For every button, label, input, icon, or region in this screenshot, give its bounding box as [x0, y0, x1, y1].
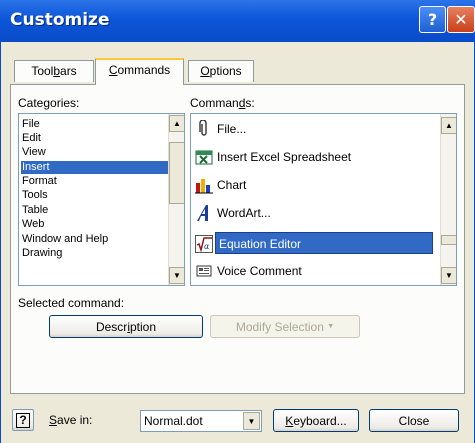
- label-text: ories:: [50, 96, 80, 110]
- label-text: ave in:: [57, 413, 93, 427]
- tab-label: ars: [60, 64, 77, 78]
- commands-label: Commands:: [190, 96, 255, 110]
- command-label: Equation Editor: [215, 232, 433, 254]
- categories-label: Categories:: [18, 96, 79, 110]
- tab-options[interactable]: Options: [188, 60, 254, 82]
- category-item[interactable]: Window and Help: [21, 233, 108, 246]
- label-text: s:: [245, 96, 255, 110]
- selected-command-label: Selected command:: [18, 296, 125, 310]
- modify-selection-button[interactable]: Modify Selection ▼: [210, 315, 360, 338]
- command-item[interactable]: Chart: [193, 173, 431, 197]
- category-item[interactable]: Format: [21, 175, 57, 188]
- category-item[interactable]: Table: [21, 204, 48, 217]
- category-item-selected[interactable]: Insert: [21, 161, 173, 174]
- voice-comment-icon: [196, 265, 212, 277]
- label-text: Comman: [190, 96, 239, 110]
- tab-label-accel: b: [53, 64, 61, 78]
- scroll-down-button[interactable]: ▼: [169, 267, 184, 284]
- command-label: Insert Excel Spreadsheet: [217, 150, 352, 164]
- chart-icon: [195, 179, 213, 194]
- categories-list[interactable]: File Edit View Insert Format Tools Table…: [18, 113, 185, 286]
- window-title: Customize: [10, 10, 110, 30]
- tab-label: ptions: [209, 64, 242, 78]
- button-label: Modify Selection: [235, 319, 324, 334]
- arrow-down-icon: ▼: [173, 271, 181, 280]
- button-label: Descr: [95, 319, 128, 334]
- tab-toolbars[interactable]: Toolbars: [14, 60, 94, 82]
- command-item[interactable]: Insert Excel Spreadsheet: [193, 145, 431, 169]
- command-label: Chart: [217, 178, 247, 192]
- save-in-dropdown-button[interactable]: ▼: [243, 412, 260, 430]
- scroll-thumb[interactable]: [169, 142, 184, 204]
- label-accel: S: [49, 413, 58, 427]
- save-in-select[interactable]: Normal.dot ▼: [140, 410, 262, 432]
- button-label: Close: [398, 413, 430, 428]
- title-bar: Customize ? ✕: [0, 0, 475, 43]
- command-label: WordArt...: [217, 206, 271, 220]
- scroll-up-button[interactable]: ▲: [441, 117, 456, 134]
- arrow-up-icon: ▲: [173, 119, 181, 128]
- tab-label: ommands: [117, 63, 171, 77]
- close-button[interactable]: Close: [369, 409, 459, 432]
- command-item-selected[interactable]: α Equation Editor: [193, 232, 433, 256]
- scroll-thumb[interactable]: [441, 235, 456, 245]
- help-icon: ?: [16, 412, 30, 428]
- close-window-button[interactable]: ✕: [447, 6, 475, 33]
- command-label: File...: [217, 122, 247, 136]
- category-item[interactable]: Edit: [21, 132, 41, 145]
- dropdown-arrow-icon: ▼: [327, 323, 335, 330]
- close-icon: ✕: [454, 10, 468, 29]
- arrow-up-icon: ▲: [445, 121, 453, 130]
- save-in-label: Save in:: [49, 413, 92, 427]
- help-button[interactable]: ?: [419, 6, 446, 33]
- svg-text:α: α: [204, 242, 210, 251]
- tab-commands[interactable]: Commands: [95, 58, 184, 85]
- button-label: eyboard...: [293, 413, 347, 428]
- command-label: Voice Comment: [217, 264, 302, 278]
- category-item[interactable]: Web: [21, 218, 44, 231]
- keyboard-button[interactable]: Keyboard...: [273, 409, 359, 432]
- label-text: Cate: [18, 96, 44, 110]
- commands-scrollbar[interactable]: ▲ ▼: [440, 114, 456, 285]
- paperclip-icon: [199, 120, 207, 136]
- tab-label-accel: O: [200, 64, 210, 78]
- tab-label: Tool: [31, 64, 54, 78]
- button-label-accel: K: [285, 413, 294, 428]
- description-button[interactable]: Descr i ption: [49, 315, 203, 338]
- command-item[interactable]: WordArt...: [193, 201, 431, 225]
- command-item[interactable]: File...: [193, 117, 431, 141]
- scroll-up-button[interactable]: ▲: [169, 115, 184, 132]
- categories-scrollbar[interactable]: ▲ ▼: [168, 114, 184, 285]
- excel-spreadsheet-icon: [195, 150, 213, 165]
- button-label: ption: [129, 319, 157, 334]
- command-item[interactable]: Voice Comment: [193, 259, 431, 283]
- arrow-down-icon: ▼: [445, 271, 453, 280]
- wordart-icon: [197, 205, 208, 221]
- commands-list[interactable]: File... Insert Excel Spreadsheet Chart W…: [190, 113, 457, 286]
- scroll-down-button[interactable]: ▼: [441, 267, 456, 284]
- category-item[interactable]: Tools: [21, 189, 48, 202]
- category-item[interactable]: File: [21, 118, 40, 131]
- help-icon: ?: [427, 10, 438, 29]
- category-item[interactable]: Drawing: [21, 247, 62, 260]
- category-item[interactable]: View: [21, 146, 46, 159]
- save-in-value: Normal.dot: [144, 414, 203, 428]
- help-context-button[interactable]: ?: [12, 409, 34, 431]
- chevron-down-icon: ▼: [247, 416, 256, 426]
- equation-icon: α: [195, 235, 213, 253]
